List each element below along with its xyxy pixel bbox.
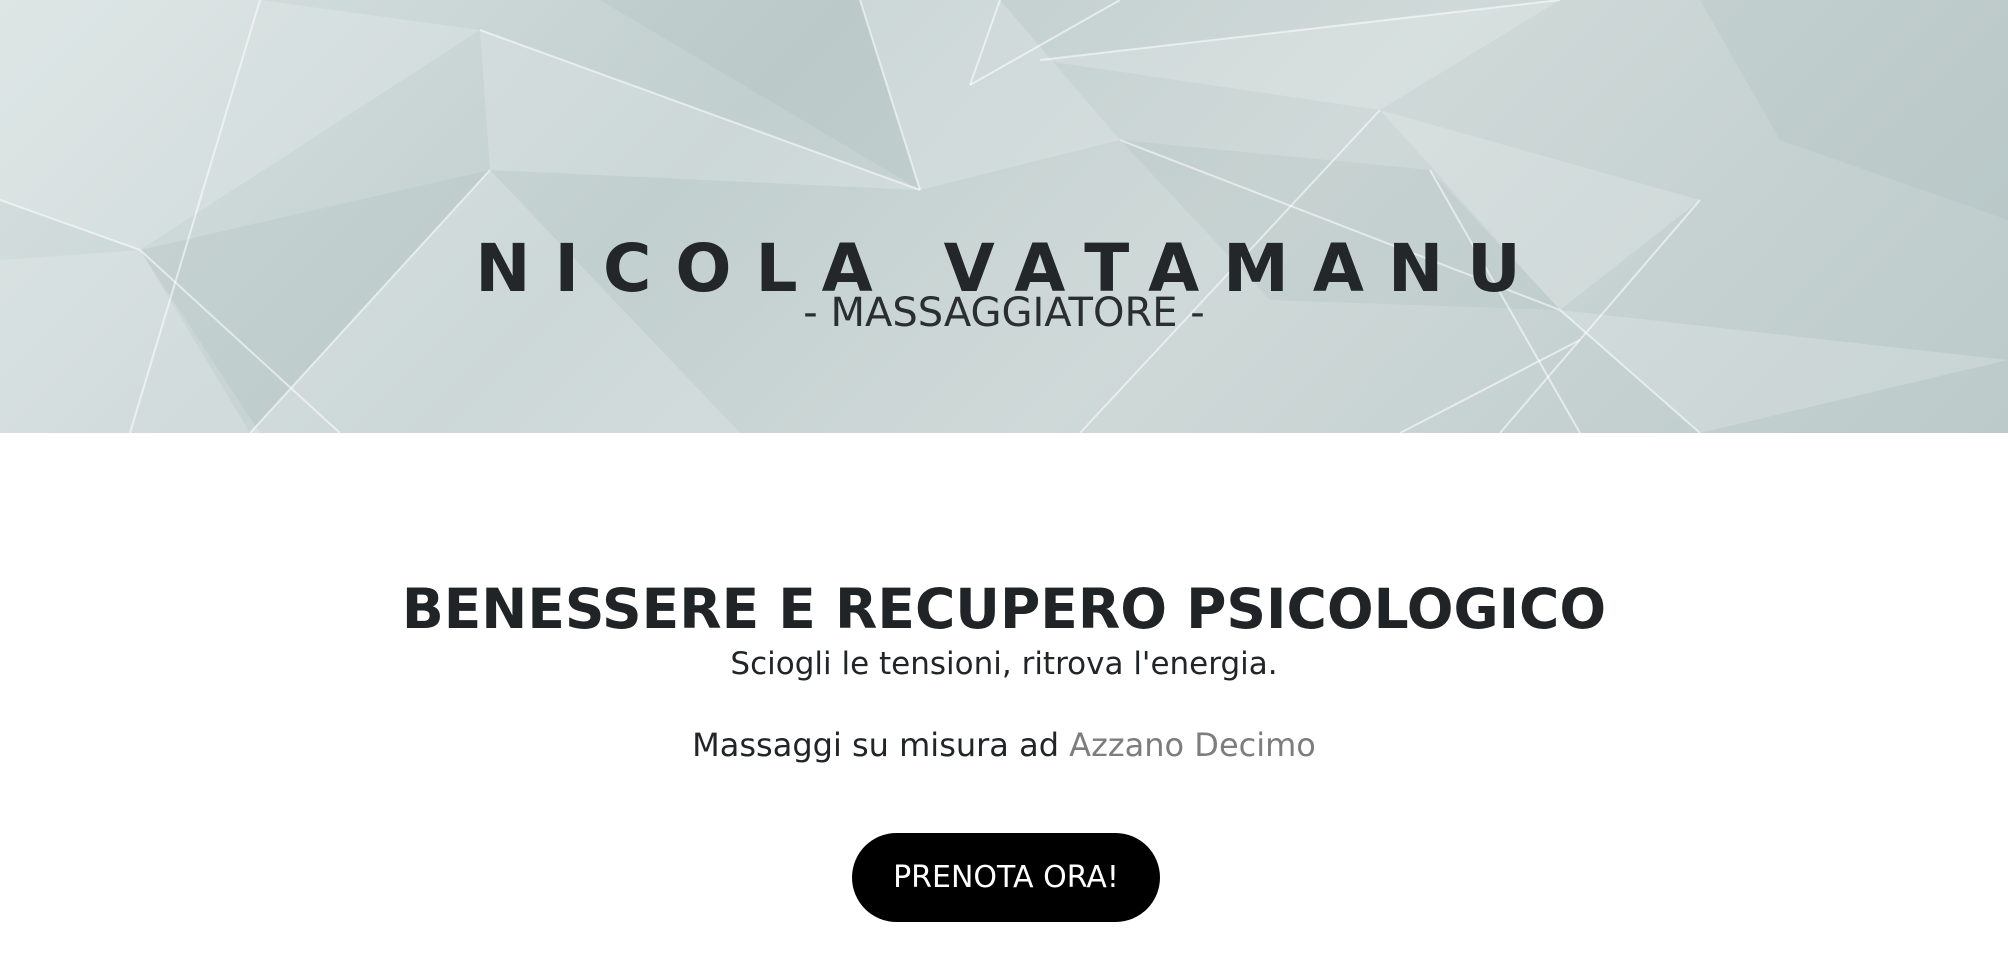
hero-banner: NICOLA VATAMANU - MASSAGGIATORE -: [0, 0, 2008, 433]
location-link[interactable]: Azzano Decimo: [1069, 726, 1316, 764]
tagline: Sciogli le tensioni, ritrova l'energia.: [730, 646, 1278, 682]
location-prefix: Massaggi su misura ad: [692, 726, 1059, 764]
location-line: Massaggi su misura ad Azzano Decimo: [0, 723, 2008, 767]
main-content: BENESSERE E RECUPERO PSICOLOGICO Sciogli…: [0, 433, 2008, 956]
book-now-button[interactable]: PRENOTA ORA!: [852, 833, 1160, 922]
geometric-background-image: [0, 0, 2008, 433]
main-headline: BENESSERE E RECUPERO PSICOLOGICO: [401, 576, 1607, 641]
site-subtitle: - MASSAGGIATORE -: [803, 290, 1205, 336]
